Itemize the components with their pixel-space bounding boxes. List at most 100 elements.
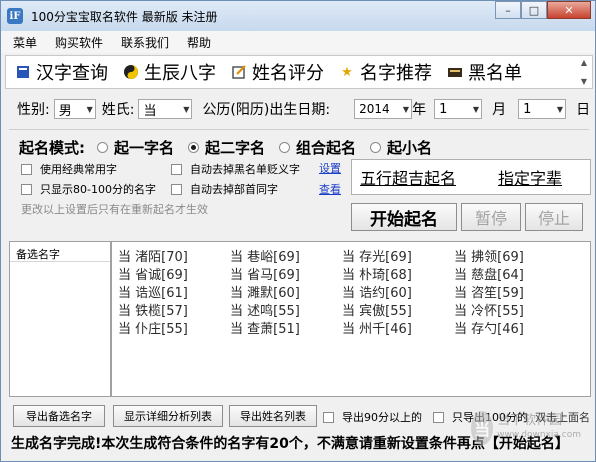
- name-results: 当 渚陌[70] 当 巷峪[69] 当 存光[69] 当 拂领[69] 当 省诚[69]…: [111, 241, 591, 397]
- name-item[interactable]: 当 存光[69]: [342, 246, 454, 265]
- name-item[interactable]: 当 存勺[46]: [454, 318, 566, 337]
- surname-select[interactable]: 当 ▼: [138, 99, 193, 119]
- name-item[interactable]: 当 巷峪[69]: [230, 246, 342, 265]
- radio-label: 起小名: [387, 139, 433, 157]
- name-item[interactable]: 当 拂领[69]: [454, 246, 566, 265]
- candidate-header: 备选名字: [10, 242, 110, 262]
- month-select[interactable]: 1 ▼: [434, 99, 483, 119]
- chevron-down-icon: ▼: [183, 104, 190, 114]
- name-item[interactable]: 当 宾傲[55]: [342, 300, 454, 319]
- name-item[interactable]: 当 冷怀[55]: [454, 300, 566, 319]
- gender-value: 男: [58, 103, 72, 119]
- date-label: 公历(阳历)出生日期:: [202, 102, 331, 118]
- remove-blacklist-checkbox[interactable]: 自动去掉黑名单贬义字: [171, 161, 300, 177]
- name-item[interactable]: 当 朴琦[68]: [342, 264, 454, 283]
- radio-dot: [370, 142, 382, 153]
- tool-label: 名字推荐: [360, 63, 432, 84]
- minimize-button[interactable]: –: [495, 1, 521, 19]
- radio-label: 起二字名: [205, 139, 266, 157]
- tool-name-recommend[interactable]: ★ 名字推荐: [338, 59, 432, 85]
- only80-checkbox[interactable]: 只显示80-100分的名字: [21, 181, 156, 197]
- checkbox-label: 只显示80-100分的名字: [40, 183, 156, 196]
- export-list-button[interactable]: 导出姓名列表: [229, 405, 317, 427]
- edit-icon: [230, 63, 248, 81]
- name-item[interactable]: 当 诰巡[61]: [118, 282, 230, 301]
- name-item[interactable]: 当 省马[69]: [230, 264, 342, 283]
- tool-label: 生辰八字: [144, 63, 216, 84]
- app-window: iF 100分宝宝取名软件 最新版 未注册 – □ ✕ 菜单 购买软件 联系我们…: [0, 0, 596, 462]
- tool-bazi[interactable]: 生辰八字: [122, 59, 216, 85]
- checkbox-box: [21, 183, 32, 195]
- remove-radical-checkbox[interactable]: 自动去掉部首同字: [171, 181, 278, 197]
- toolbar-scroll[interactable]: ▲ ▼: [578, 58, 590, 86]
- gender-select[interactable]: 男 ▼: [53, 99, 96, 119]
- maximize-button[interactable]: □: [521, 1, 547, 19]
- checkbox-label: 使用经典常用字: [40, 163, 117, 176]
- view-link[interactable]: 查看: [319, 181, 341, 197]
- export-candidates-button[interactable]: 导出备选名字: [13, 405, 105, 427]
- name-item[interactable]: 当 渚陌[70]: [118, 246, 230, 265]
- tool-name-score[interactable]: 姓名评分: [230, 59, 324, 85]
- radio-combo[interactable]: 组合起名: [279, 137, 356, 158]
- radio-two-char[interactable]: 起二字名: [188, 137, 265, 158]
- watermark-text: 当下软件园 www.downxia.com: [497, 413, 581, 443]
- name-item[interactable]: 当 州千[46]: [342, 318, 454, 337]
- menu-item-menu[interactable]: 菜单: [13, 34, 37, 51]
- month-unit: 月: [492, 102, 507, 118]
- stop-button[interactable]: 停止: [525, 203, 583, 231]
- radio-dot: [97, 142, 108, 153]
- classic-chars-checkbox[interactable]: 使用经典常用字: [21, 161, 117, 177]
- checkbox-box: [171, 183, 182, 195]
- chevron-down-icon: ▼: [402, 104, 410, 114]
- window-controls: – □ ✕: [495, 1, 591, 19]
- name-item[interactable]: 当 咨笙[59]: [454, 282, 566, 301]
- generation-char-tab[interactable]: 指定字辈: [498, 165, 562, 189]
- menu-item-help[interactable]: 帮助: [187, 34, 211, 51]
- surname-label: 姓氏:: [101, 102, 135, 118]
- month-value: 1: [439, 101, 448, 117]
- tool-blacklist[interactable]: 黑名单: [446, 59, 522, 85]
- name-item[interactable]: 当 仆庄[55]: [118, 318, 230, 337]
- mode-row: 起名模式: 起一字名 起二字名 组合起名 起小名: [19, 137, 446, 158]
- book-icon: [14, 63, 32, 81]
- name-item[interactable]: 当 慈盘[64]: [454, 264, 566, 283]
- toolbar: 汉字查询 生辰八字 姓名评分 ★ 名字推荐 黑名单 ▲ ▼: [5, 55, 593, 89]
- checkbox-label: 导出90分以上的: [342, 411, 422, 424]
- name-item[interactable]: 当 铁榄[57]: [118, 300, 230, 319]
- start-button[interactable]: 开始起名: [351, 203, 457, 231]
- watermark-line2: www.downxia.com: [497, 430, 581, 440]
- export90-checkbox[interactable]: 导出90分以上的: [323, 409, 422, 425]
- blacklist-icon: [446, 63, 464, 81]
- radio-dot: [279, 142, 291, 153]
- year-select[interactable]: 2014 ▼: [354, 99, 413, 119]
- checkbox-box: [433, 411, 444, 423]
- settings-link[interactable]: 设置: [319, 160, 341, 176]
- radio-label: 组合起名: [296, 139, 357, 157]
- name-item[interactable]: 当 述鸣[55]: [230, 300, 342, 319]
- menu-item-contact[interactable]: 联系我们: [121, 34, 169, 51]
- day-select[interactable]: 1 ▼: [518, 99, 567, 119]
- tool-label: 黑名单: [468, 63, 522, 84]
- menu-item-buy[interactable]: 购买软件: [55, 34, 103, 51]
- tool-hanzi-query[interactable]: 汉字查询: [14, 59, 108, 85]
- radio-one-char[interactable]: 起一字名: [97, 137, 174, 158]
- tool-label: 汉字查询: [36, 63, 108, 84]
- pause-button[interactable]: 暂停: [461, 203, 521, 231]
- year-unit: 年: [412, 102, 427, 118]
- day-unit: 日: [576, 102, 591, 118]
- window-title: 100分宝宝取名软件 最新版 未注册: [31, 9, 218, 24]
- show-detail-button[interactable]: 显示详细分析列表: [113, 405, 223, 427]
- radio-nickname[interactable]: 起小名: [370, 137, 432, 158]
- menu-bar: 菜单 购买软件 联系我们 帮助: [1, 31, 595, 53]
- name-item[interactable]: 当 查萧[51]: [230, 318, 342, 337]
- name-item[interactable]: 当 诰约[60]: [342, 282, 454, 301]
- watermark: 当 当下软件园 www.downxia.com: [471, 401, 581, 455]
- candidate-list[interactable]: 备选名字: [9, 241, 111, 397]
- wuxing-tab[interactable]: 五行超吉起名: [360, 165, 456, 189]
- name-item[interactable]: 当 省诚[69]: [118, 264, 230, 283]
- day-value: 1: [523, 101, 532, 117]
- name-item[interactable]: 当 濉默[60]: [230, 282, 342, 301]
- radio-dot-selected: [188, 142, 200, 153]
- divider: [9, 129, 589, 130]
- close-button[interactable]: ✕: [547, 1, 591, 19]
